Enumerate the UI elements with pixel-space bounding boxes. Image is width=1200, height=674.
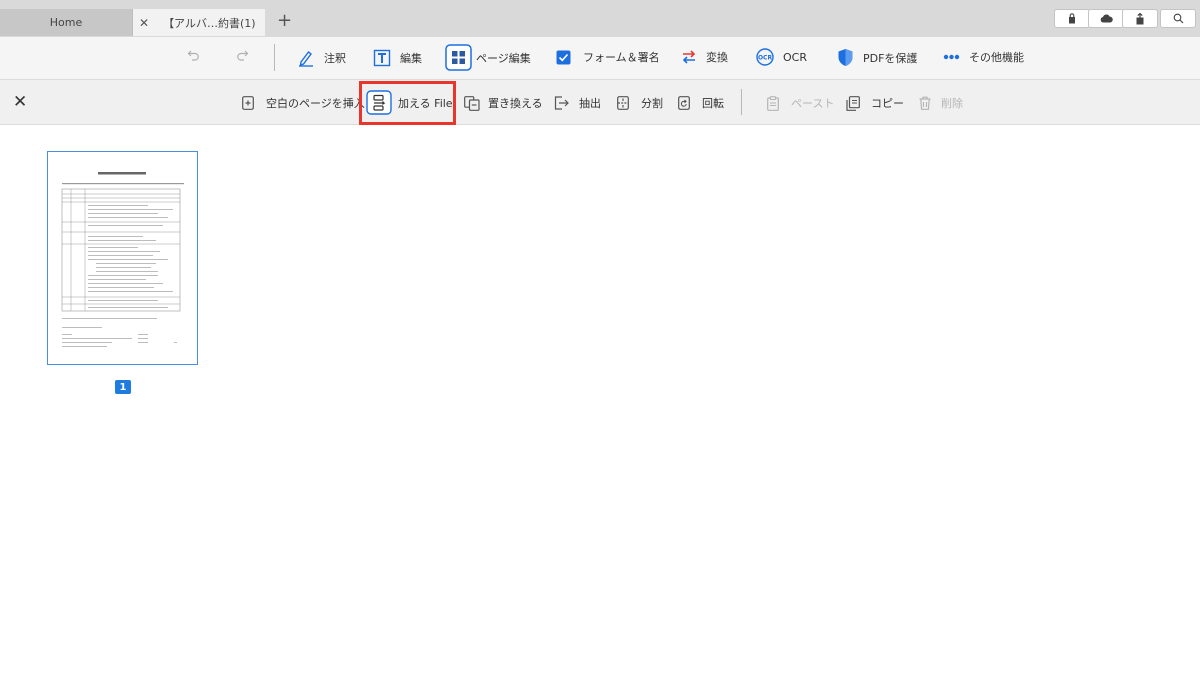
delete-button[interactable]: 削除 [919,95,963,111]
cloud-icon[interactable] [1088,9,1124,28]
toolbar-ocr-label: OCR [783,50,807,64]
svg-text:OCR: OCR [758,55,773,62]
page-toolbar-divider [741,89,742,115]
paste-label: ペースト [791,97,835,110]
delete-icon [919,96,931,110]
copy-icon [846,95,860,111]
convert-icon [681,49,697,65]
page-number-badge: 1 [115,380,131,394]
new-tab-button[interactable]: + [277,11,292,31]
more-icon [943,54,960,60]
toolbar-protect-label: PDFを保護 [863,51,918,65]
rotate-icon [678,96,690,110]
insert-blank-icon [242,96,254,110]
split-icon [617,96,629,110]
toolbar-divider [274,44,275,71]
split-button[interactable]: 分割 [617,95,663,111]
extract-button[interactable]: 抽出 [554,95,601,111]
page-thumbnail[interactable] [47,151,198,365]
delete-label: 削除 [941,97,963,110]
shield-icon [837,48,854,67]
lock-icon[interactable] [1054,9,1090,28]
toolbar-annotate[interactable]: 注釈 [297,49,346,67]
toolbar-annotate-label: 注釈 [324,52,346,65]
page-edit-toolbar: ✕ 空白のページを挿入 加える File 置き換える 抽出 分割 回転 ペースト… [0,80,1200,125]
undo-icon [187,50,199,61]
insert-blank-page-button[interactable]: 空白のページを挿入 [242,95,365,111]
close-page-edit-button[interactable]: ✕ [13,92,27,112]
redo-icon [237,50,249,61]
add-file-highlight [359,81,456,125]
tab-home-label: Home [49,16,83,29]
text-edit-icon [373,49,391,67]
paste-icon [767,95,779,111]
insert-blank-page-label: 空白のページを挿入 [266,97,365,110]
main-toolbar: 注釈 編集 ページ編集 フォーム＆署名 変換 OCR OCR PDFを保護 その… [0,37,1200,80]
replace-label: 置き換える [488,97,543,110]
undo-button[interactable] [187,49,201,61]
extract-icon [554,96,569,110]
toolbar-page-edit-label: ページ編集 [476,51,531,65]
toolbar-edit-label: 編集 [400,52,422,65]
split-label: 分割 [641,97,663,110]
rotate-label: 回転 [702,97,724,110]
copy-button[interactable]: コピー [846,95,904,111]
toolbar-ocr[interactable]: OCR OCR [756,48,807,66]
copy-label: コピー [871,97,904,110]
paste-button[interactable]: ペースト [767,95,834,111]
toolbar-page-edit[interactable]: ページ編集 [445,44,531,71]
pen-icon [297,49,315,67]
page-preview [61,172,184,347]
toolbar-convert-label: 変換 [706,51,728,64]
tab-bar: Home ✕ 【アルバ…約書(1) + [0,0,1200,37]
share-icon[interactable] [1122,9,1158,28]
toolbar-protect[interactable]: PDFを保護 [837,48,917,67]
page-grid-icon [445,44,472,71]
rotate-button[interactable]: 回転 [678,95,724,111]
toolbar-convert[interactable]: 変換 [681,49,728,65]
redo-button[interactable] [235,49,249,61]
toolbar-more-label: その他機能 [969,51,1024,64]
extract-label: 抽出 [579,97,601,110]
search-icon[interactable] [1160,9,1196,28]
tab-document-label: 【アルバ…約書(1) [163,16,256,30]
tab-close-icon[interactable]: ✕ [139,16,149,30]
ocr-icon: OCR [756,48,774,66]
replace-button[interactable]: 置き換える [464,95,543,111]
tab-document[interactable]: ✕ 【アルバ…約書(1) [133,9,265,36]
tab-home[interactable]: Home [0,9,133,36]
toolbar-form-sign[interactable]: フォーム＆署名 [556,49,660,65]
toolbar-more[interactable]: その他機能 [943,49,1024,65]
toolbar-edit[interactable]: 編集 [373,49,422,67]
replace-icon [464,95,480,111]
toolbar-form-sign-label: フォーム＆署名 [583,51,660,64]
checkbox-icon [556,50,571,65]
